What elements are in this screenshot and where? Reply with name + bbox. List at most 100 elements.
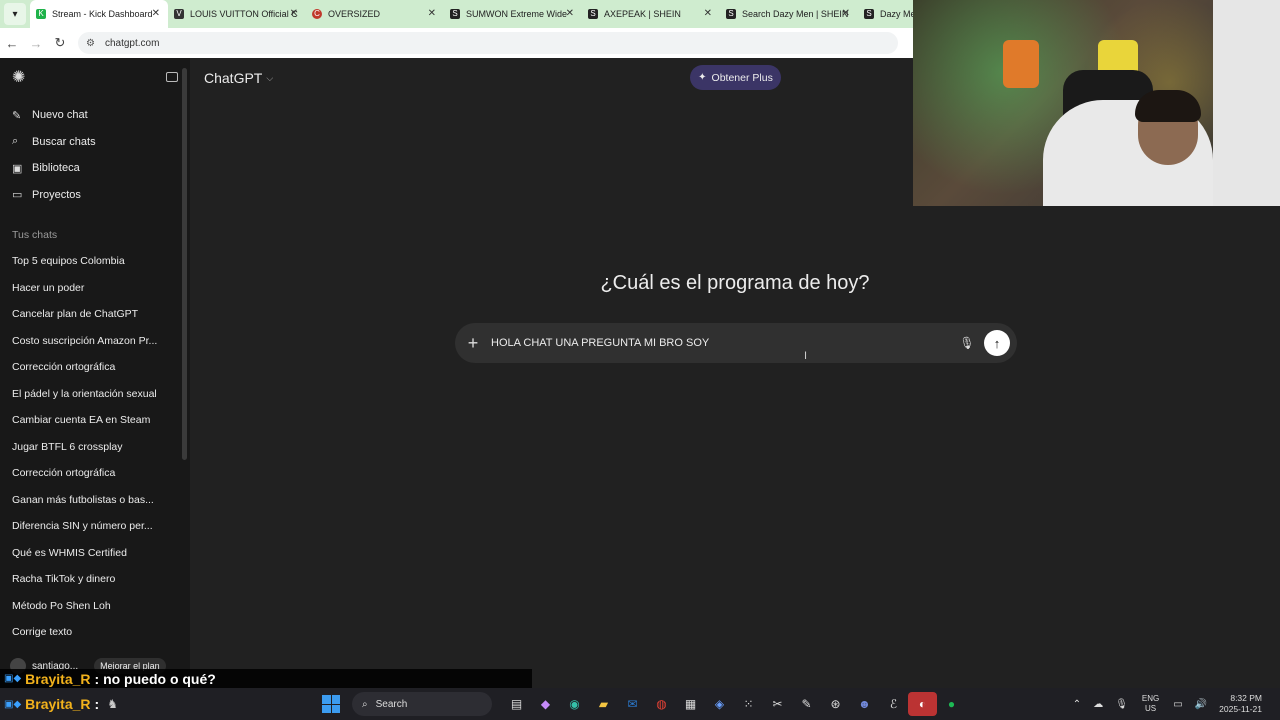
chat-history-item[interactable]: Corrige texto <box>0 619 190 646</box>
time: 8:32 PM <box>1230 693 1262 703</box>
chat-history-item[interactable]: Diferencia SIN y número per... <box>0 513 190 540</box>
microphone-icon[interactable]: 🎙 <box>1115 699 1128 710</box>
region-code: US <box>1145 704 1157 713</box>
volume-icon[interactable]: 🔊 <box>1195 699 1207 710</box>
send-button[interactable]: ↑ <box>984 330 1010 356</box>
plus-icon[interactable]: + <box>455 333 491 354</box>
chat-history-item[interactable]: Cambiar cuenta EA en Steam <box>0 407 190 434</box>
taskbar-search-input[interactable]: ⌕ Search <box>352 692 492 716</box>
jersey-image <box>1003 40 1039 88</box>
close-icon[interactable]: ✕ <box>704 8 712 19</box>
file-explorer-icon[interactable]: ▰ <box>589 692 618 716</box>
badge-icon: ▣◆ <box>4 673 22 684</box>
cloud-icon[interactable]: ☁ <box>1093 699 1103 710</box>
chrome-icon[interactable]: ◍ <box>647 692 676 716</box>
arrow-up-icon: ↑ <box>993 335 1001 351</box>
shein-icon: S <box>864 9 874 19</box>
sidebar-item-label: Nuevo chat <box>32 109 88 122</box>
get-plus-label: Obtener Plus <box>711 71 773 84</box>
sidebar-toggle-icon[interactable] <box>166 72 178 82</box>
discord-icon[interactable]: ☻ <box>850 692 879 716</box>
close-icon[interactable]: ✕ <box>152 8 160 19</box>
outlook-icon[interactable]: ✉ <box>618 692 647 716</box>
tab-search-button[interactable]: ▾ <box>4 3 26 25</box>
tab[interactable]: S SUMWON Extreme Wide ✕ <box>444 0 582 28</box>
chevron-up-icon[interactable]: ⌃ <box>1073 699 1081 710</box>
spotify-icon[interactable]: ● <box>937 692 966 716</box>
model-label: ChatGPT <box>204 70 263 86</box>
tab[interactable]: S Search Dazy Men | SHEIN ✕ <box>720 0 858 28</box>
close-icon[interactable]: ✕ <box>566 8 574 19</box>
vpn-icon[interactable]: ◈ <box>705 692 734 716</box>
copilot-icon[interactable]: ◆ <box>531 692 560 716</box>
tab[interactable]: S AXEPEAK | SHEIN ✕ <box>582 0 720 28</box>
reload-icon[interactable]: ↻ <box>48 35 72 51</box>
chat-username: Brayita_R <box>25 696 91 712</box>
chat-history-item[interactable]: El pádel y la orientación sexual <box>0 381 190 408</box>
tab[interactable]: K Stream - Kick Dashboard ✕ <box>30 0 168 28</box>
openai-logo-icon[interactable]: ✺ <box>12 67 25 87</box>
microphone-icon[interactable]: 🎙 <box>954 336 980 350</box>
windows-start-icon[interactable] <box>322 695 340 713</box>
sidebar-item-new-chat[interactable]: ✎ Nuevo chat <box>0 102 190 129</box>
close-icon[interactable]: ✕ <box>428 8 436 19</box>
chat-history-item[interactable]: Costo suscripción Amazon Pr... <box>0 328 190 355</box>
prompt-composer[interactable]: + HOLA CHAT UNA PREGUNTA MI BRO SOY 🎙 ↑ <box>455 323 1017 363</box>
sidebar-item-search[interactable]: ⌕ Buscar chats <box>0 129 190 156</box>
chat-history-item[interactable]: Cancelar plan de ChatGPT <box>0 301 190 328</box>
sidebar-scrollbar[interactable] <box>182 68 187 460</box>
taskbar-apps: ⌕ Search ▤ ◆ ◉ ▰ ✉ ◍ ▦ ◈ ⁙ ✂ ✎ ⊛ ☻ ℰ ◐ ● <box>322 688 966 720</box>
tab[interactable]: C OVERSIZED ✕ <box>306 0 444 28</box>
tab[interactable]: V LOUIS VUITTON Official C ✕ <box>168 0 306 28</box>
chat-history-item[interactable]: Jugar BTFL 6 crossplay <box>0 434 190 461</box>
chevron-down-icon: ⌵ <box>266 72 274 83</box>
chat-history-item[interactable]: Corrección ortográfica <box>0 460 190 487</box>
back-icon[interactable]: ← <box>0 36 24 51</box>
sidebar-item-label: Biblioteca <box>32 162 80 175</box>
streaming-app-icon[interactable]: ◐ <box>908 692 937 716</box>
close-icon[interactable]: ✕ <box>290 8 298 19</box>
chat-history-item[interactable]: Ganan más futbolistas o bas... <box>0 487 190 514</box>
kick-icon: K <box>36 9 46 19</box>
forward-icon[interactable]: → <box>24 36 48 51</box>
clock[interactable]: 8:32 PM 2025-11-21 <box>1219 693 1262 715</box>
chat-history-item[interactable]: Racha TikTok y dinero <box>0 566 190 593</box>
chat-history-item[interactable]: Corrección ortográfica <box>0 354 190 381</box>
close-icon[interactable]: ✕ <box>842 8 850 19</box>
stream-chat-message: ▣◆ Brayita_R : ♞ <box>4 688 118 720</box>
task-view-icon[interactable]: ▤ <box>502 692 531 716</box>
chat-username: Brayita_R <box>25 670 91 687</box>
network-icon[interactable]: ▭ <box>1173 699 1182 710</box>
steam-icon[interactable]: ⊛ <box>821 692 850 716</box>
stream-chat-message: ▣◆ Brayita_R : no puedo o qué? <box>0 669 532 688</box>
tab-label: AXEPEAK | SHEIN <box>604 9 681 19</box>
get-plus-button[interactable]: ✦ Obtener Plus <box>690 65 781 90</box>
chat-history-item[interactable]: Top 5 equipos Colombia <box>0 248 190 275</box>
apps-grid-icon[interactable]: ⁙ <box>734 692 763 716</box>
epic-icon[interactable]: ℰ <box>879 692 908 716</box>
model-selector[interactable]: ChatGPT ⌵ <box>204 70 273 86</box>
shein-icon: S <box>588 9 598 19</box>
system-tray: ⌃ ☁ 🎙 ENG US ▭ 🔊 8:32 PM 2025-11-21 <box>1067 688 1280 720</box>
tab-label: SUMWON Extreme Wide <box>466 9 568 19</box>
chat-history-item[interactable]: Hacer un poder <box>0 275 190 302</box>
url-input[interactable]: ⚙ chatgpt.com <box>78 32 898 54</box>
site-info-icon[interactable]: ⚙ <box>86 38 95 49</box>
section-label: Tus chats <box>12 229 58 241</box>
language-indicator[interactable]: ENG US <box>1142 694 1159 714</box>
page-title: ¿Cuál es el programa de hoy? <box>600 272 870 294</box>
chat-history-item[interactable]: Método Po Shen Loh <box>0 593 190 620</box>
sidebar-item-library[interactable]: ▣ Biblioteca <box>0 155 190 182</box>
library-icon: ▣ <box>12 162 23 175</box>
date: 2025-11-21 <box>1219 704 1262 714</box>
emote-icon: ♞ <box>107 697 118 711</box>
language-code: ENG <box>1141 694 1160 703</box>
prompt-input[interactable]: HOLA CHAT UNA PREGUNTA MI BRO SOY <box>491 337 954 349</box>
sidebar: ✺ ✎ Nuevo chat ⌕ Buscar chats ▣ Bibliote… <box>0 58 190 688</box>
sidebar-item-projects[interactable]: ▭ Proyectos <box>0 182 190 209</box>
chat-history-item[interactable]: Qué es WHMIS Certified <box>0 540 190 567</box>
notepad-icon[interactable]: ✎ <box>792 692 821 716</box>
edge-icon[interactable]: ◉ <box>560 692 589 716</box>
capcut-icon[interactable]: ✂ <box>763 692 792 716</box>
store-icon[interactable]: ▦ <box>676 692 705 716</box>
